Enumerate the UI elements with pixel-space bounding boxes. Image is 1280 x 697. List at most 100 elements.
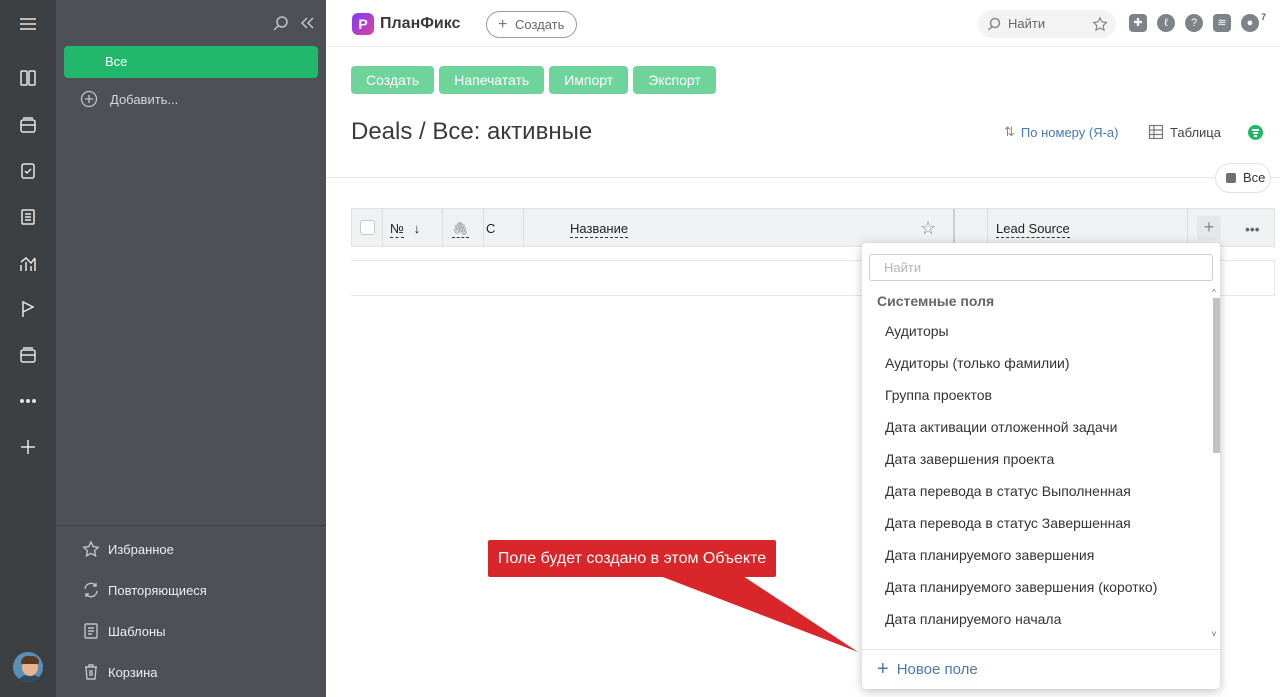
square-icon [1226, 173, 1236, 183]
template-icon [84, 623, 98, 639]
column-c-label: С [486, 221, 496, 236]
trash-icon [85, 664, 97, 680]
view-label: Таблица [1170, 124, 1221, 140]
filter-chip-all[interactable]: Все [1215, 163, 1271, 193]
view-selector[interactable]: Таблица [1148, 124, 1221, 140]
app-logo[interactable]: P ПланФикс [352, 13, 460, 35]
field-search-input[interactable] [869, 254, 1213, 281]
print-button[interactable]: Напечатать [439, 66, 545, 94]
list-item[interactable]: Аудиторы [862, 315, 1214, 347]
filter-icon[interactable] [1248, 125, 1263, 140]
create-button[interactable]: Создать [351, 66, 435, 94]
list-item[interactable]: Дата планируемого начала [862, 603, 1214, 635]
top-header: P ПланФикс + Создать Найти ✚ ℓ ? ≋ ● 7 [326, 0, 1280, 47]
header-search-label: Найти [1008, 16, 1046, 31]
search-icon[interactable] [272, 14, 290, 35]
scrollbar[interactable] [1213, 298, 1220, 453]
column-name[interactable]: Название [570, 209, 629, 246]
import-button[interactable]: Импорт [549, 66, 629, 94]
table-header: № ↓ 🖇 С Название ☆ Lead Source + ••• [351, 208, 1275, 247]
list-item[interactable]: Дата завершения проекта [862, 443, 1214, 475]
repeat-icon [84, 582, 98, 598]
tasks-icon[interactable] [16, 159, 40, 183]
analytics-icon[interactable] [16, 252, 40, 276]
sort-icon: ⇅ [1004, 124, 1015, 139]
sidebar-add-button[interactable]: Добавить... [80, 90, 178, 108]
page-title: Deals / Все: активные [351, 118, 593, 145]
list-item[interactable]: Дата планируемого завершения [862, 539, 1214, 571]
table-icon [1148, 124, 1164, 140]
chat-icon[interactable]: ✚ [1129, 14, 1147, 32]
divider [862, 649, 1220, 650]
documents-icon[interactable] [16, 205, 40, 229]
sidebar-item-recurring[interactable]: Повторяющиеся [82, 581, 207, 599]
column-attachments[interactable]: 🖇 [452, 209, 469, 246]
app-name: ПланФикс [380, 15, 461, 32]
action-toolbar: Создать Напечатать Импорт Экспорт [351, 66, 716, 94]
list-item[interactable]: Аудиторы (только фамилии) [862, 347, 1214, 379]
menu-icon[interactable] [16, 12, 40, 36]
sidebar: Все Добавить... Избранное Повторяющиеся … [56, 0, 326, 697]
sidebar-item-templates[interactable]: Шаблоны [82, 622, 166, 640]
new-field-label: Новое поле [896, 660, 978, 678]
sidebar-divider [56, 525, 326, 526]
bell-icon[interactable]: ℓ [1157, 14, 1175, 32]
paperclip-icon: 🖇 [452, 221, 469, 238]
sidebar-add-label: Добавить... [110, 91, 179, 107]
column-c[interactable]: С [486, 209, 495, 246]
column-number-label: № [390, 221, 404, 238]
layers-icon[interactable]: ≋ [1213, 14, 1231, 32]
header-search[interactable]: Найти [978, 10, 1116, 38]
sort-arrow-icon: ↓ [413, 221, 421, 236]
star-icon [82, 540, 100, 558]
sidebar-item-label: Повторяющиеся [108, 582, 207, 598]
plus-icon: + [498, 16, 508, 33]
avatar[interactable] [11, 650, 45, 684]
sort-label: По номеру (Я-а) [1020, 124, 1119, 140]
divider [326, 177, 1280, 178]
filter-chip-label: Все [1243, 170, 1266, 185]
sidebar-item-all[interactable]: Все [64, 46, 318, 78]
help-icon[interactable]: ? [1185, 14, 1203, 32]
list-item[interactable]: Дата активации отложенной задачи [862, 411, 1214, 443]
icon-rail [0, 0, 56, 697]
select-all-checkbox[interactable] [360, 220, 375, 235]
new-field-button[interactable]: + Новое поле [877, 659, 978, 679]
add-icon[interactable] [16, 435, 40, 459]
column-name-label: Название [570, 221, 629, 238]
header-create-button[interactable]: + Создать [486, 11, 577, 38]
archive-icon[interactable] [16, 343, 40, 367]
collapse-icon[interactable] [298, 14, 316, 35]
column-number[interactable]: № ↓ [390, 209, 420, 246]
export-button[interactable]: Экспорт [633, 66, 716, 94]
sidebar-item-label: Избранное [108, 541, 174, 557]
group-label: Системные поля [877, 293, 995, 309]
inbox-icon[interactable] [16, 113, 40, 137]
sidebar-item-label: Корзина [108, 664, 158, 680]
user-icon[interactable]: ● 7 [1241, 12, 1266, 32]
field-picker-dropdown: Системные поля Аудиторы Аудиторы (только… [862, 243, 1220, 689]
sort-selector[interactable]: ⇅ По номеру (Я-а) [1004, 124, 1118, 140]
notification-count: 7 [1260, 12, 1266, 22]
flag-icon[interactable] [16, 297, 40, 321]
sidebar-item-trash[interactable]: Корзина [82, 663, 158, 681]
dashboard-icon[interactable] [16, 66, 40, 90]
column-lead-source[interactable]: Lead Source [996, 209, 1070, 246]
search-icon [987, 17, 1001, 31]
sidebar-item-favorites[interactable]: Избранное [82, 540, 174, 558]
list-item[interactable]: Дата перевода в статус Завершенная [862, 507, 1214, 539]
list-item[interactable]: Дата перевода в статус Выполненная [862, 475, 1214, 507]
list-item[interactable]: Дата планируемого завершения (коротко) [862, 571, 1214, 603]
add-column-button[interactable]: + [1197, 216, 1221, 240]
scroll-down-icon[interactable]: v [1212, 629, 1216, 638]
list-item[interactable]: Группа проектов [862, 379, 1214, 411]
star-icon[interactable] [1092, 16, 1108, 32]
field-list: Аудиторы Аудиторы (только фамилии) Групп… [862, 315, 1214, 635]
logo-mark: P [352, 13, 374, 35]
more-icon[interactable] [16, 389, 40, 413]
plus-circle-icon [80, 90, 98, 108]
star-icon[interactable]: ☆ [920, 209, 936, 246]
scroll-up-icon[interactable]: ^ [1212, 288, 1216, 297]
column-menu-icon[interactable]: ••• [1245, 209, 1260, 246]
callout: Поле будет создано в этом Объекте [488, 540, 776, 577]
